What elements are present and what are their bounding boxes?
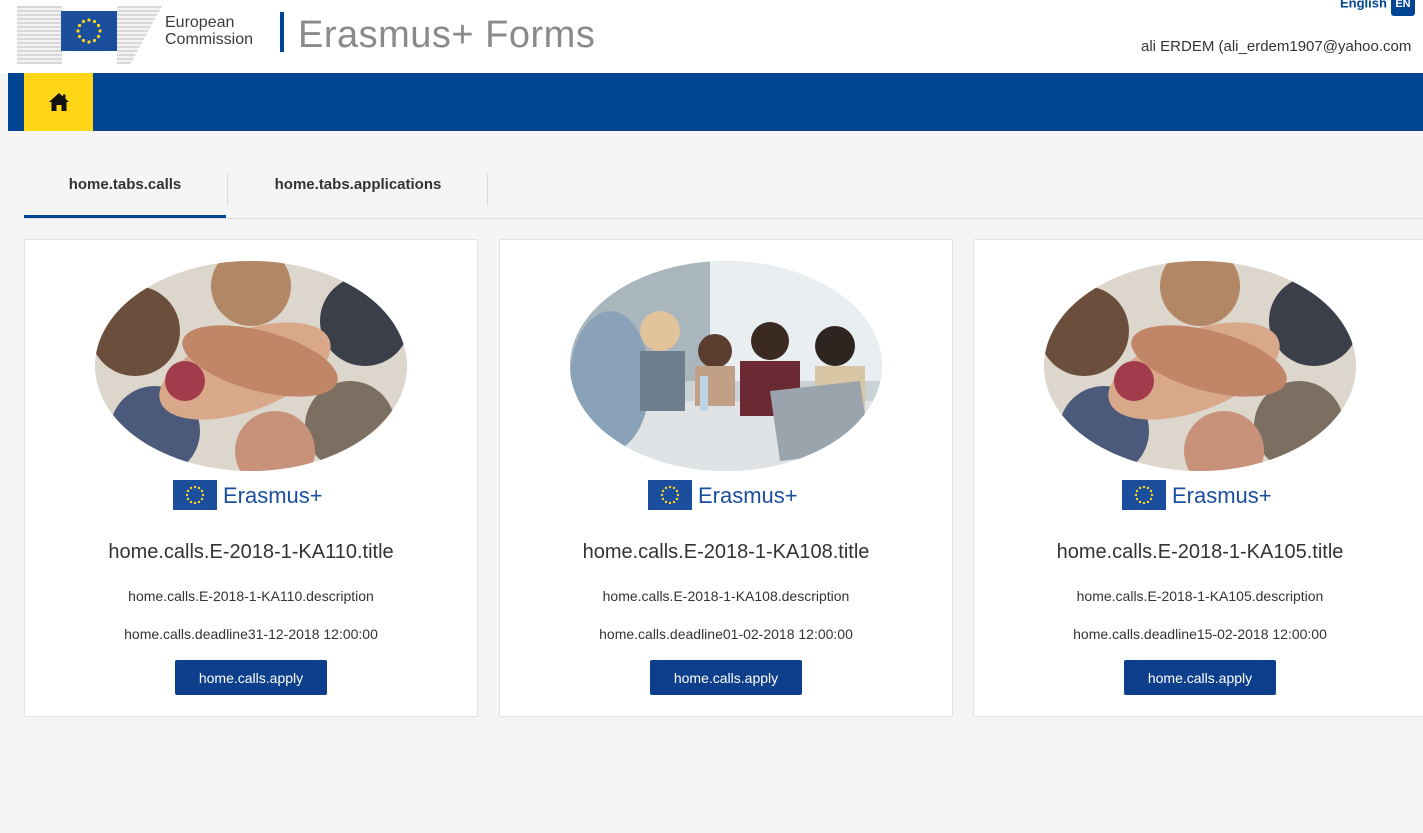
call-card: Erasmus+ home.calls.E-2018-1-KA108.title…	[499, 239, 953, 717]
call-title: home.calls.E-2018-1-KA110.title	[108, 541, 394, 563]
teamwork-hands-photo	[1044, 261, 1356, 471]
call-card: Erasmus+ home.calls.E-2018-1-KA110.title…	[24, 239, 478, 717]
apply-button[interactable]: home.calls.apply	[650, 660, 802, 695]
call-deadline: home.calls.deadline01-02-2018 12:00:00	[599, 626, 853, 642]
erasmus-logo-text: Erasmus+	[223, 483, 323, 508]
org-line-2: Commission	[165, 31, 254, 48]
erasmus-logo-text: Erasmus+	[698, 483, 798, 508]
org-name: European Commission	[165, 14, 254, 48]
call-title: home.calls.E-2018-1-KA108.title	[582, 541, 870, 563]
erasmus-logo: Erasmus+	[173, 480, 333, 510]
home-button[interactable]	[24, 73, 93, 131]
apply-button[interactable]: home.calls.apply	[175, 660, 327, 695]
call-description: home.calls.E-2018-1-KA110.description	[128, 588, 374, 604]
erasmus-logo: Erasmus+	[648, 480, 808, 510]
logo-stripes	[17, 6, 62, 64]
teamwork-hands-photo	[95, 261, 407, 471]
app-title: Erasmus+ Forms	[298, 14, 596, 56]
eu-flag-icon	[173, 480, 217, 510]
home-icon	[48, 93, 69, 111]
call-deadline: home.calls.deadline15-02-2018 12:00:00	[1073, 626, 1327, 642]
header-separator	[280, 12, 284, 52]
eu-flag-icon	[61, 11, 117, 51]
eu-flag-icon	[648, 480, 692, 510]
tab-divider	[487, 174, 488, 206]
call-card: Erasmus+ home.calls.E-2018-1-KA105.title…	[973, 239, 1423, 717]
page-header: European Commission Erasmus+ Forms Engli…	[0, 0, 1423, 73]
apply-button[interactable]: home.calls.apply	[1124, 660, 1276, 695]
eu-flag-icon	[1122, 480, 1166, 510]
students-laptop-photo	[570, 261, 882, 471]
logo-stripes-right	[117, 6, 162, 64]
tab-calls[interactable]: home.tabs.calls	[24, 160, 226, 218]
european-commission-logo[interactable]	[17, 6, 162, 64]
language-selector[interactable]: English EN	[1340, 0, 1415, 16]
home-tabs: home.tabs.calls home.tabs.applications	[24, 160, 1423, 219]
tab-applications[interactable]: home.tabs.applications	[228, 160, 488, 216]
language-label: English	[1340, 0, 1387, 11]
org-line-1: European	[165, 14, 235, 31]
erasmus-logo: Erasmus+	[1122, 480, 1282, 510]
language-code-badge: EN	[1390, 0, 1415, 16]
call-deadline: home.calls.deadline31-12-2018 12:00:00	[124, 626, 378, 642]
call-title: home.calls.E-2018-1-KA105.title	[1056, 541, 1344, 563]
user-info[interactable]: ali ERDEM (ali_erdem1907@yahoo.com	[1141, 38, 1411, 55]
main-navbar	[8, 73, 1423, 131]
call-description: home.calls.E-2018-1-KA108.description	[602, 588, 850, 604]
erasmus-logo-text: Erasmus+	[1172, 483, 1272, 508]
call-description: home.calls.E-2018-1-KA105.description	[1076, 588, 1324, 604]
